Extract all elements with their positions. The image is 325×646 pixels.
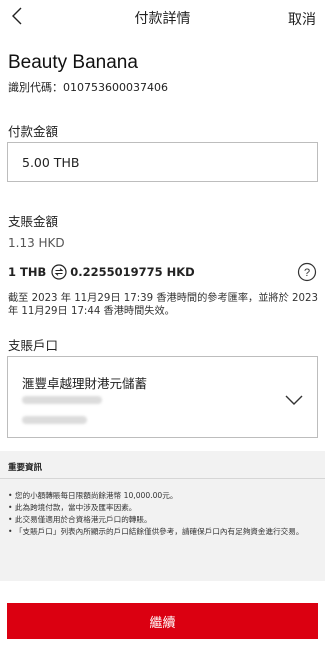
back-chevron-icon[interactable] [9, 6, 25, 26]
debit-amount-value: 1.13 HKD [8, 236, 65, 250]
info-item: • 此為跨境付款，當中涉及匯率因素。 [8, 503, 137, 512]
info-item: • 此交易僅適用於合資格港元戶口的轉賬。 [8, 515, 152, 524]
merchant-id: 識別代碼：010753600037406 [8, 81, 168, 94]
account-selector[interactable]: 滙豐卓越理財港元儲蓄 [7, 356, 318, 438]
divider [0, 478, 325, 479]
rate-note: 截至 2023 年 11月29日 17:39 香港時間的參考匯率，並將於 202… [8, 293, 318, 317]
top-nav-bar: 付款詳情 取消 [0, 0, 325, 36]
cancel-button[interactable]: 取消 [288, 9, 316, 29]
exchange-rate-row: 1 THB 0.2255019775 HKD ? [8, 262, 317, 282]
svg-text:?: ? [304, 267, 310, 279]
important-info-panel: 重要資訊 • 您的小額轉賬每日限額尚餘港幣 10,000.00元。 • 此為跨境… [0, 451, 325, 581]
account-name: 滙豐卓越理財港元儲蓄 [22, 376, 148, 391]
info-list: • 您的小額轉賬每日限額尚餘港幣 10,000.00元。 • 此為跨境付款，當中… [8, 490, 313, 538]
account-balance-masked [22, 416, 87, 424]
rate-to: 0.2255019775 HKD [70, 265, 195, 279]
chevron-down-icon[interactable] [285, 390, 303, 409]
help-icon[interactable]: ? [297, 262, 317, 282]
swap-icon [51, 264, 67, 280]
account-number-masked [22, 396, 102, 404]
payment-amount-label: 付款金額 [8, 124, 59, 139]
debit-amount-label: 支賬金額 [8, 214, 59, 229]
payment-amount-input[interactable] [22, 154, 317, 170]
rate-from: 1 THB [8, 265, 47, 279]
merchant-name: Beauty Banana [8, 52, 138, 73]
info-item: • 您的小額轉賬每日限額尚餘港幣 10,000.00元。 [8, 491, 178, 500]
info-title: 重要資訊 [8, 463, 43, 473]
account-label: 支賬戶口 [8, 338, 59, 353]
info-item: • 「支賬戶口」列表內所顯示的戶口結餘僅供參考，請確保戶口內有足夠資金進行交易。 [8, 527, 304, 536]
continue-button[interactable]: 繼續 [7, 603, 318, 639]
payment-amount-field[interactable] [7, 142, 318, 182]
page-title: 付款詳情 [134, 11, 191, 27]
